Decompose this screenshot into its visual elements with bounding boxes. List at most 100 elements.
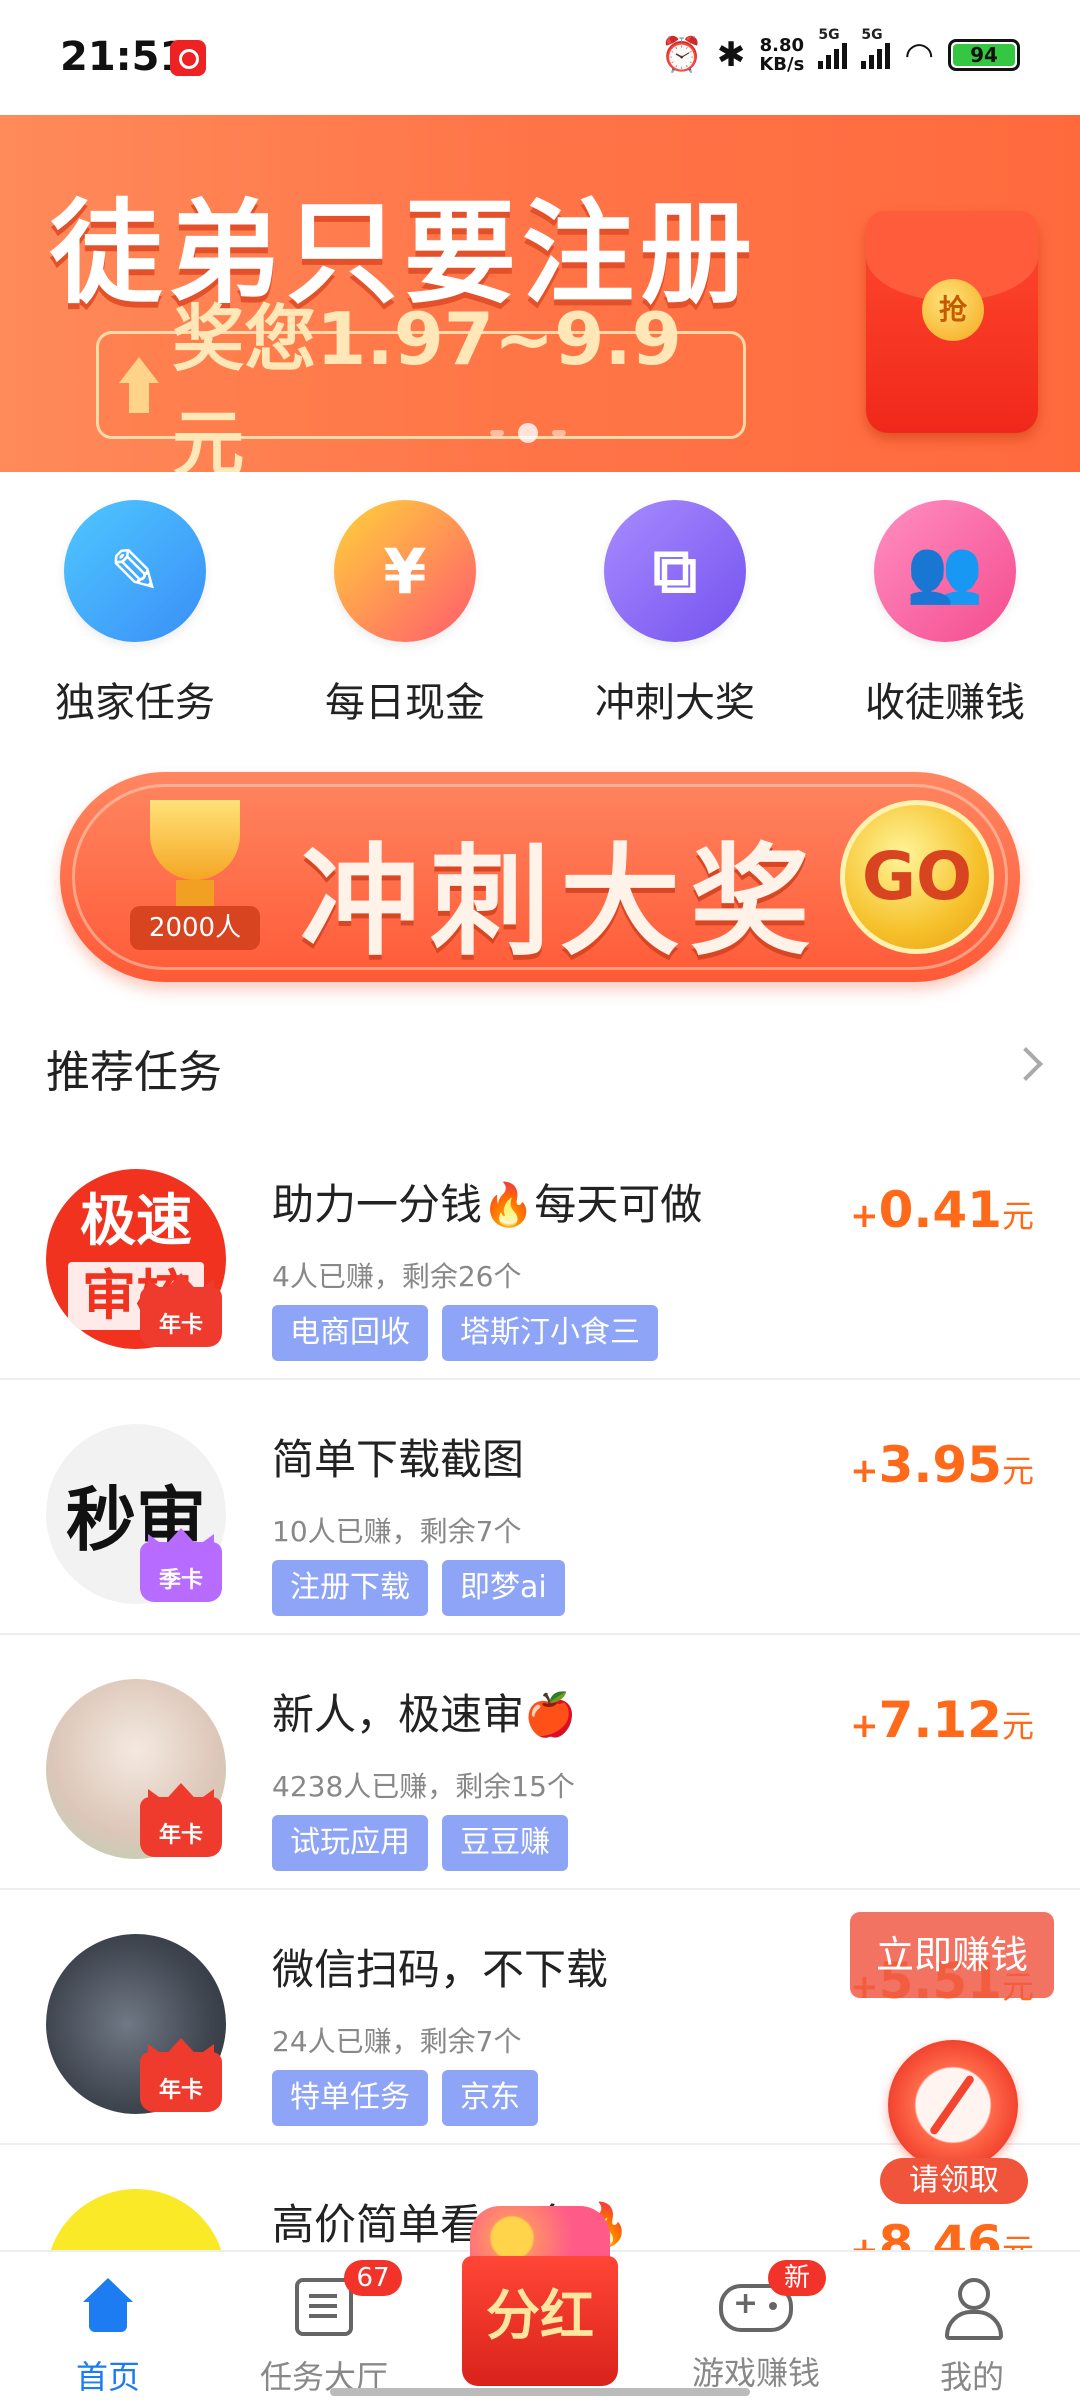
- nav-game-earn[interactable]: 新 游戏赚钱: [648, 2252, 864, 2400]
- task-row[interactable]: 年卡 新人，极速审🍎 4238人已赚，剩余15个 试玩应用 豆豆赚 +7.12元: [0, 1635, 1080, 1890]
- sprint-prize-banner[interactable]: 2000人 冲刺大奖 GO: [60, 772, 1020, 982]
- nav-label: 首页: [75, 2358, 140, 2396]
- claim-button[interactable]: 请领取: [880, 2158, 1028, 2204]
- nav-label: 我的: [939, 2358, 1004, 2396]
- up-arrow-icon: [119, 357, 160, 413]
- edit-note-icon: ✎: [64, 500, 206, 642]
- task-tag: 特单任务: [272, 2070, 428, 2126]
- task-tags: 注册下载 即梦ai: [272, 1560, 565, 1616]
- status-icons: ⏰ ✱ 8.80 KB/s 5G 5G ◠ 94: [660, 27, 1020, 80]
- section-title: 推荐任务: [46, 1047, 222, 1098]
- battery-icon: 94: [948, 39, 1020, 71]
- crown-badge: 季卡: [140, 1542, 222, 1602]
- trophy-caption: 2000人: [130, 906, 260, 950]
- signal-icon: 5G: [818, 27, 848, 69]
- quick-actions: ✎ 独家任务 ¥ 每日现金 ⧉ 冲刺大奖 👥 收徒赚钱: [0, 500, 1080, 730]
- quick-action-sprint-prize[interactable]: ⧉ 冲刺大奖: [540, 500, 810, 730]
- task-row[interactable]: 秒审 季卡 简单下载截图 10人已赚，剩余7个 注册下载 即梦ai +3.95元: [0, 1380, 1080, 1635]
- task-meta: 24人已赚，剩余7个: [272, 2025, 522, 2058]
- reward-value: 0.41: [878, 1181, 1002, 1239]
- dividend-label: 分红: [462, 2256, 618, 2386]
- dividend-button[interactable]: 分红: [462, 2206, 618, 2386]
- net-speed-unit: KB/s: [759, 54, 805, 75]
- task-tag: 豆豆赚: [442, 1815, 568, 1871]
- task-meta: 10人已赚，剩余7个: [272, 1515, 522, 1548]
- reward-value: 3.95: [878, 1436, 1002, 1494]
- alarm-clock-icon[interactable]: [888, 2040, 1018, 2170]
- earn-now-button[interactable]: 立即赚钱: [850, 1912, 1054, 1998]
- home-icon: [79, 2278, 137, 2336]
- status-time: 21:51: [60, 34, 188, 80]
- alarm-icon: ⏰: [660, 35, 703, 75]
- nav-badge: 新: [768, 2260, 826, 2296]
- nav-home[interactable]: 首页: [0, 2252, 216, 2400]
- task-tag: 注册下载: [272, 1560, 428, 1616]
- reward-unit: 元: [1001, 1707, 1034, 1745]
- home-indicator[interactable]: [330, 2388, 750, 2396]
- go-button[interactable]: GO: [840, 800, 994, 954]
- wifi-icon: ◠: [904, 35, 934, 75]
- task-title: 新人，极速审🍎: [272, 1690, 577, 1739]
- task-title: 微信扫码，不下载: [272, 1945, 609, 1994]
- quick-action-label: 冲刺大奖: [595, 680, 755, 726]
- banner-subtitle: 奖您1.97~9.9元: [172, 297, 682, 472]
- hierarchy-icon: ⧉: [604, 500, 746, 642]
- task-title: 简单下载截图: [272, 1435, 525, 1484]
- status-bar: 21:51 ⏰ ✱ 8.80 KB/s 5G 5G ◠ 94: [0, 0, 1080, 115]
- crown-badge: 年卡: [140, 1797, 222, 1857]
- quick-action-label: 独家任务: [55, 680, 215, 726]
- yen-icon: ¥: [334, 500, 476, 642]
- reward-value: 7.12: [878, 1691, 1002, 1749]
- reward-unit: 元: [1001, 1452, 1034, 1490]
- task-tag: 电商回收: [272, 1305, 428, 1361]
- banner-subtitle-box: 奖您1.97~9.9元: [96, 297, 746, 472]
- quick-action-exclusive-tasks[interactable]: ✎ 独家任务: [0, 500, 270, 730]
- crown-badge: 年卡: [140, 1287, 222, 1347]
- net-speed: 8.80 KB/s: [759, 36, 804, 74]
- task-meta: 4人已赚，剩余26个: [272, 1260, 522, 1293]
- signal-label-2: 5G: [861, 27, 883, 43]
- task-tag: 京东: [442, 2070, 538, 2126]
- bluetooth-icon: ✱: [716, 35, 746, 75]
- quick-action-label: 收徒赚钱: [865, 680, 1025, 726]
- quick-action-label: 每日现金: [325, 680, 485, 726]
- task-hall-icon: [295, 2278, 353, 2336]
- nav-profile[interactable]: 我的: [864, 2252, 1080, 2400]
- task-tag: 塔斯汀小食三: [442, 1305, 658, 1361]
- users-icon: 👥: [874, 500, 1016, 642]
- crown-badge: 年卡: [140, 2052, 222, 2112]
- profile-icon: [943, 2278, 1003, 2340]
- carousel-indicator: [490, 423, 566, 443]
- netease-music-icon: [170, 40, 206, 76]
- signal-label-1: 5G: [818, 27, 840, 43]
- avatar-text: 极速: [80, 1189, 192, 1254]
- nav-badge: 67: [344, 2260, 402, 2296]
- nav-task-hall[interactable]: 67 任务大厅: [216, 2252, 432, 2400]
- net-speed-value: 8.80: [759, 35, 805, 56]
- reward-plus: +: [850, 1451, 879, 1491]
- task-tags: 试玩应用 豆豆赚: [272, 1815, 568, 1871]
- chevron-right-icon[interactable]: [1009, 1047, 1043, 1081]
- task-meta: 4238人已赚，剩余15个: [272, 1770, 575, 1803]
- promo-banner[interactable]: 徒弟只要注册 奖您1.97~9.9元 抢: [0, 115, 1080, 472]
- red-envelope-icon[interactable]: 抢: [866, 211, 1038, 433]
- battery-level: 94: [953, 44, 1015, 66]
- task-tags: 电商回收 塔斯汀小食三: [272, 1305, 658, 1361]
- trophy-icon: 2000人: [130, 800, 260, 950]
- task-tag: 试玩应用: [272, 1815, 428, 1871]
- task-tags: 特单任务 京东: [272, 2070, 538, 2126]
- task-row[interactable]: 极速 审核 年卡 助力一分钱🔥每天可做 4人已赚，剩余26个 电商回收 塔斯汀小…: [0, 1125, 1080, 1380]
- reward-plus: +: [850, 1706, 879, 1746]
- task-title: 助力一分钱🔥每天可做: [272, 1180, 703, 1229]
- task-reward: +3.95元: [850, 1436, 1034, 1494]
- sprint-title: 冲刺大奖: [300, 833, 820, 972]
- task-reward: +0.41元: [850, 1181, 1034, 1239]
- envelope-coin: 抢: [922, 279, 984, 341]
- reward-plus: +: [850, 1196, 879, 1236]
- reward-unit: 元: [1001, 1197, 1034, 1235]
- task-reward: +7.12元: [850, 1691, 1034, 1749]
- task-tag: 即梦ai: [442, 1560, 565, 1616]
- quick-action-recruit[interactable]: 👥 收徒赚钱: [810, 500, 1080, 730]
- quick-action-daily-cash[interactable]: ¥ 每日现金: [270, 500, 540, 730]
- signal-icon: 5G: [861, 27, 891, 69]
